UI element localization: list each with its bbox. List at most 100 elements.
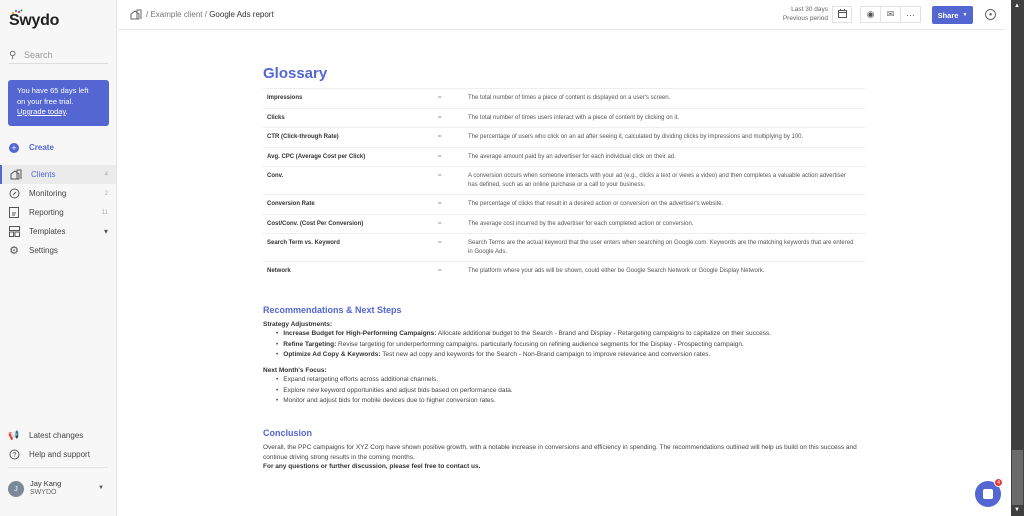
glossary-equals: =	[438, 201, 442, 207]
strategy-item-title: Increase Budget for High-Performing Camp…	[283, 330, 437, 337]
conclusion-closing: For any questions or further discussion,…	[263, 463, 481, 470]
glossary-term: Network	[267, 268, 291, 274]
glossary-definition: The platform where your ads will be show…	[468, 268, 765, 274]
glossary-row: Impressions = The total number of times a …	[263, 88, 865, 108]
home-icon[interactable]	[130, 9, 142, 20]
scroll-down-icon[interactable]: ▼	[1014, 507, 1020, 513]
strategy-item-text: Allocate additional budget to the Search…	[436, 330, 772, 337]
more-button[interactable]: ···	[900, 6, 921, 23]
user-org: SWYDO	[30, 489, 57, 496]
calendar-button[interactable]	[832, 6, 852, 23]
email-button[interactable]: ✉	[880, 6, 901, 23]
trial-banner: You have 65 days left on your free trial…	[8, 80, 109, 126]
chevron-down-icon[interactable]: ▾	[104, 227, 108, 236]
strategy-item-text: Test new ad copy and keywords for the Se…	[380, 351, 711, 358]
date-range[interactable]: Last 30 days Previous period	[778, 6, 828, 23]
search-input[interactable]: ⚲ Search	[9, 47, 108, 64]
avatar: J	[8, 481, 24, 497]
glossary-equals: =	[438, 95, 442, 101]
search-icon: ⚲	[9, 49, 17, 61]
glossary-row: Conv. = A conversion occurs when someone i…	[263, 166, 865, 194]
glossary-row: CTR (Click-through Rate) = The percentage …	[263, 127, 865, 147]
clients-count: 4	[104, 171, 108, 178]
chevron-down-icon: ▼	[98, 485, 104, 491]
breadcrumb: / Example client / Google Ads report	[130, 9, 274, 20]
conclusion-text: Overall, the PPC campaigns for XYZ Corp …	[263, 444, 857, 461]
period-compare: Previous period	[782, 14, 828, 22]
create-button[interactable]: + Create	[0, 138, 116, 157]
glossary-equals: =	[438, 220, 442, 227]
plus-icon: +	[9, 142, 19, 153]
glossary-definition: The total number of times a piece of con…	[468, 95, 671, 101]
glossary-equals: =	[438, 173, 442, 179]
glossary-equals: =	[438, 153, 442, 160]
mail-icon: ✉	[886, 9, 895, 19]
strategy-item: Optimize Ad Copy & Keywords: Test new ad…	[283, 350, 771, 361]
latest-changes-link[interactable]: 📢 Latest changes	[0, 426, 116, 445]
strategy-item-text: Revise targeting for underperforming cam…	[336, 340, 744, 348]
scroll-up-icon[interactable]: ▲	[1014, 3, 1020, 9]
glossary-term: Conversion Rate	[267, 201, 315, 207]
chat-icon	[983, 489, 993, 499]
calendar-icon	[837, 9, 847, 20]
glossary-term: Search Term vs. Keyword	[267, 240, 340, 246]
gauge-icon	[8, 188, 20, 200]
trial-text-2: on your free trial.	[17, 96, 74, 106]
period-current: Last 30 days	[791, 6, 828, 13]
clients-icon	[10, 169, 22, 181]
breadcrumb-separator: /	[146, 10, 149, 19]
glossary-row: Conversion Rate = The percentage of clicks…	[263, 194, 865, 214]
chat-button[interactable]: 4	[975, 478, 1003, 507]
reporting-count: 11	[101, 209, 108, 216]
glossary-term: CTR (Click-through Rate)	[267, 134, 339, 140]
focus-list: Expand retargeting efforts across additi…	[283, 375, 512, 407]
recommendations-title: Recommendations & Next Steps	[263, 305, 402, 315]
share-button[interactable]: Share ▼	[932, 6, 973, 24]
search-placeholder: Search	[24, 50, 53, 60]
upgrade-link[interactable]: Upgrade today	[17, 107, 66, 116]
glossary-definition: The total number of times users interact…	[468, 114, 680, 121]
reporting-label: Reporting	[29, 208, 64, 217]
strategy-list: Increase Budget for High-Performing Camp…	[283, 329, 772, 361]
breadcrumb-client[interactable]: Example client	[150, 10, 202, 19]
megaphone-icon: 📢	[8, 430, 20, 440]
glossary-definition: A conversion occurs when someone interac…	[468, 173, 846, 188]
account-icon[interactable]: ●	[985, 9, 996, 20]
help-label: Help and support	[29, 450, 90, 459]
sidebar-item-templates[interactable]: Templates ▾	[0, 222, 116, 241]
user-name: Jay Kang	[30, 479, 62, 488]
sidebar-item-settings[interactable]: ⚙ Settings	[0, 241, 116, 260]
strategy-item-title: Refine Targeting:	[283, 340, 337, 348]
glossary-equals: =	[438, 240, 442, 246]
sidebar-item-reporting[interactable]: Reporting 11	[0, 203, 116, 222]
sidebar-divider	[8, 467, 108, 468]
report-icon	[8, 207, 20, 219]
sidebar-item-clients[interactable]: Clients 4	[0, 165, 116, 184]
glossary-term: Impressions	[267, 95, 303, 101]
user-menu[interactable]: J Jay Kang SWYDO ▼	[8, 479, 108, 499]
glossary-title: Glossary	[263, 65, 328, 82]
breadcrumb-report: Google Ads report	[209, 10, 274, 19]
help-support-link[interactable]: ? Help and support	[0, 445, 116, 464]
scrollbar-thumb[interactable]	[1012, 450, 1023, 505]
sidebar: Swydo ⚲ Search You have 65 days left on …	[0, 0, 117, 516]
trial-text-1: You have 65 days left	[17, 86, 89, 95]
strategy-heading: Strategy Adjustments:	[263, 321, 333, 328]
glossary-definition: The percentage of users who click on an …	[468, 134, 804, 140]
glossary-term: Cost/Conv. (Cost Per Conversion)	[267, 220, 364, 227]
focus-item: Explore new keyword opportunities and ad…	[283, 386, 512, 397]
app-logo[interactable]: Swydo	[9, 12, 59, 30]
glossary-term: Avg. CPC (Average Cost per Click)	[267, 153, 366, 160]
sidebar-item-monitoring[interactable]: Monitoring 2	[0, 184, 116, 203]
settings-label: Settings	[29, 246, 58, 255]
scrollbar[interactable]: ▲ ▼	[1011, 0, 1024, 516]
glossary-row: Clicks = The total number of times users i…	[263, 107, 865, 128]
glossary-table: Impressions = The total number of times a …	[263, 88, 865, 281]
templates-icon	[8, 226, 20, 238]
top-bar: / Example client / Google Ads report Las…	[118, 0, 1005, 30]
strategy-item: Refine Targeting: Revise targeting for u…	[283, 340, 771, 351]
strategy-item: Increase Budget for High-Performing Camp…	[283, 329, 772, 340]
glossary-row: Search Term vs. Keyword = Search Terms are…	[263, 233, 865, 261]
glossary-equals: =	[438, 134, 442, 140]
theme-button[interactable]: ◉	[860, 6, 881, 23]
